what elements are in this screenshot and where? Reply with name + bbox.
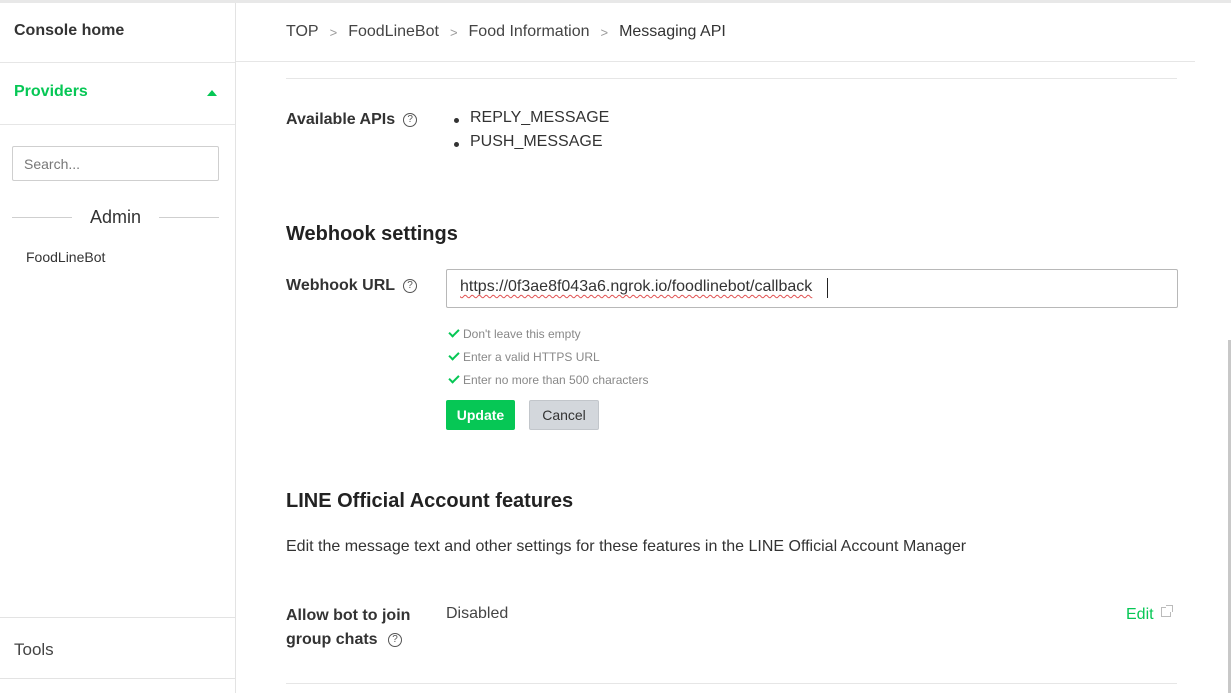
oa-features-heading: LINE Official Account features — [286, 490, 574, 512]
sidebar: Console home Providers Admin FoodLineBot… — [0, 3, 236, 693]
available-apis-list: REPLY_MESSAGE PUSH_MESSAGE — [453, 109, 609, 157]
section-divider — [286, 683, 1177, 684]
list-item: REPLY_MESSAGE — [453, 109, 609, 133]
header-divider — [236, 61, 1195, 62]
provider-search-input[interactable] — [12, 146, 219, 181]
oa-features-description: Edit the message text and other settings… — [286, 538, 967, 555]
validation-text: Enter no more than 500 characters — [463, 372, 649, 387]
breadcrumb-provider[interactable]: FoodLineBot — [348, 23, 439, 41]
check-icon — [448, 372, 460, 384]
available-apis-text: Available APIs — [286, 111, 396, 128]
section-divider — [286, 78, 1177, 79]
tools-link[interactable]: Tools — [0, 617, 235, 679]
group-chat-status: Disabled — [446, 605, 509, 622]
validation-text: Don't leave this empty — [463, 326, 581, 341]
validation-item: Enter a valid HTTPS URL — [448, 345, 648, 368]
validation-list: Don't leave this empty Enter a valid HTT… — [448, 322, 648, 391]
breadcrumb: TOP > FoodLineBot > Food Information > M… — [286, 21, 726, 43]
external-link-icon — [1160, 605, 1173, 617]
breadcrumb-separator: > — [449, 24, 458, 40]
webhook-settings-heading: Webhook settings — [286, 223, 458, 245]
providers-toggle[interactable]: Providers — [0, 63, 235, 125]
breadcrumb-channel[interactable]: Food Information — [469, 23, 590, 41]
cancel-button[interactable]: Cancel — [529, 400, 599, 430]
validation-text: Enter a valid HTTPS URL — [463, 349, 600, 364]
breadcrumb-top[interactable]: TOP — [286, 23, 319, 41]
help-icon[interactable]: ? — [403, 113, 418, 127]
help-icon[interactable]: ? — [388, 632, 403, 647]
divider-line — [159, 216, 219, 218]
text-cursor — [827, 278, 828, 298]
help-icon[interactable]: ? — [403, 279, 418, 293]
edit-link[interactable]: Edit — [1126, 605, 1173, 624]
providers-label: Providers — [14, 83, 88, 100]
admin-section-divider: Admin — [12, 204, 219, 230]
list-item: PUSH_MESSAGE — [453, 133, 609, 157]
update-button[interactable]: Update — [446, 400, 515, 430]
breadcrumb-separator: > — [600, 24, 609, 40]
check-icon — [448, 326, 460, 338]
breadcrumb-current: Messaging API — [619, 23, 726, 40]
webhook-url-input[interactable] — [446, 269, 1178, 308]
caret-up-icon — [207, 90, 217, 96]
available-apis-label: Available APIs ? — [286, 111, 418, 129]
admin-section-label: Admin — [89, 206, 142, 227]
check-icon — [448, 349, 460, 361]
webhook-url-text: Webhook URL — [286, 277, 396, 294]
edit-link-label: Edit — [1126, 606, 1154, 623]
validation-item: Don't leave this empty — [448, 322, 648, 345]
group-chat-label: Allow bot to join group chats ? — [286, 604, 426, 652]
webhook-url-label: Webhook URL ? — [286, 277, 418, 295]
divider-line — [12, 216, 72, 218]
breadcrumb-separator: > — [329, 24, 338, 40]
validation-item: Enter no more than 500 characters — [448, 368, 648, 391]
console-home-link[interactable]: Console home — [0, 3, 235, 63]
sidebar-item-foodlinebot[interactable]: FoodLineBot — [26, 249, 105, 265]
